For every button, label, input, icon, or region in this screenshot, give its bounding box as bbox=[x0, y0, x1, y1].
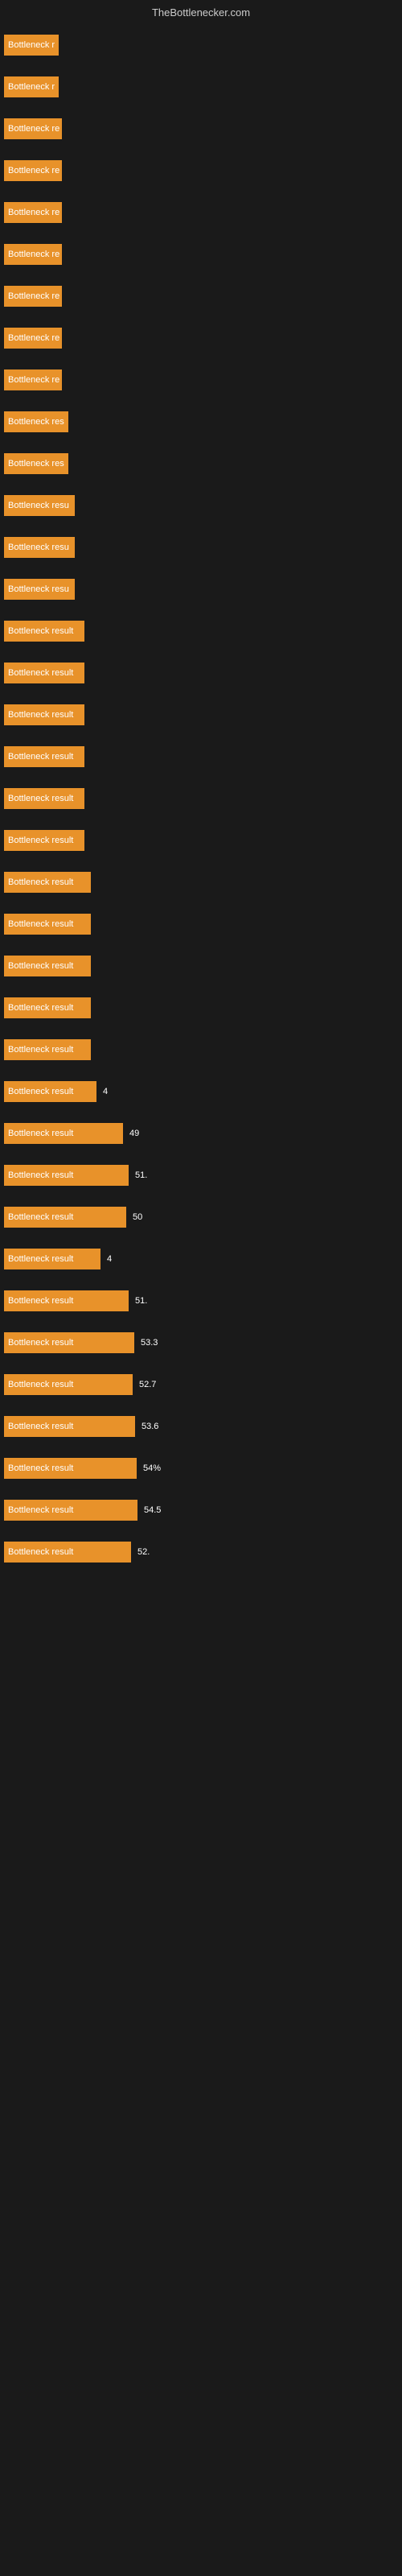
bar-label: Bottleneck re bbox=[4, 369, 62, 390]
bar-label: Bottleneck resu bbox=[4, 579, 75, 600]
bar-row: Bottleneck result52.7 bbox=[4, 1369, 394, 1400]
bar-label: Bottleneck res bbox=[4, 411, 68, 432]
bar-row: Bottleneck res bbox=[4, 407, 394, 437]
bar-row: Bottleneck resu bbox=[4, 490, 394, 521]
bar-row: Bottleneck result 4 bbox=[4, 1076, 394, 1107]
bar-label: Bottleneck result bbox=[4, 956, 91, 976]
bar-label: Bottleneck result bbox=[4, 1290, 129, 1311]
bar-label: Bottleneck result bbox=[4, 1374, 133, 1395]
bar-value: 54% bbox=[140, 1463, 161, 1473]
bar-value: 49 bbox=[126, 1129, 139, 1138]
bar-row: Bottleneck r bbox=[4, 72, 394, 102]
bar-label: Bottleneck result bbox=[4, 1332, 134, 1353]
bar-label: Bottleneck resu bbox=[4, 537, 75, 558]
bar-row: Bottleneck resu bbox=[4, 532, 394, 563]
bar-label: Bottleneck r bbox=[4, 76, 59, 97]
bar-label: Bottleneck result bbox=[4, 1081, 96, 1102]
chart-container: Bottleneck r Bottleneck r Bottleneck re Bot… bbox=[0, 22, 402, 1587]
bar-row: Bottleneck result bbox=[4, 909, 394, 939]
bar-row: Bottleneck result bbox=[4, 741, 394, 772]
bar-value: 4 bbox=[104, 1254, 112, 1264]
bar-value: 54.5 bbox=[141, 1505, 161, 1515]
bar-row: Bottleneck re bbox=[4, 323, 394, 353]
bar-row: Bottleneck re bbox=[4, 197, 394, 228]
bar-label: Bottleneck result bbox=[4, 872, 91, 893]
bar-label: Bottleneck resu bbox=[4, 495, 75, 516]
bar-row: Bottleneck result50 bbox=[4, 1202, 394, 1232]
bar-label: Bottleneck result bbox=[4, 1039, 91, 1060]
bar-label: Bottleneck result bbox=[4, 621, 84, 642]
bar-value: 4 bbox=[100, 1087, 108, 1096]
bar-label: Bottleneck result bbox=[4, 704, 84, 725]
bar-label: Bottleneck result bbox=[4, 788, 84, 809]
bar-row: Bottleneck result53.6 bbox=[4, 1411, 394, 1442]
bar-row: Bottleneck res bbox=[4, 448, 394, 479]
bar-label: Bottleneck r bbox=[4, 35, 59, 56]
bar-row: Bottleneck re bbox=[4, 281, 394, 312]
bar-label: Bottleneck result bbox=[4, 1123, 123, 1144]
bar-row: Bottleneck result 4 bbox=[4, 1244, 394, 1274]
bar-row: Bottleneck result bbox=[4, 700, 394, 730]
bar-row: Bottleneck result bbox=[4, 1034, 394, 1065]
bar-label: Bottleneck res bbox=[4, 453, 68, 474]
bar-label: Bottleneck result bbox=[4, 914, 91, 935]
bar-row: Bottleneck result53.3 bbox=[4, 1327, 394, 1358]
bar-label: Bottleneck result bbox=[4, 1542, 131, 1563]
bar-label: Bottleneck result bbox=[4, 746, 84, 767]
bar-label: Bottleneck result bbox=[4, 1458, 137, 1479]
bar-label: Bottleneck result bbox=[4, 830, 84, 851]
bar-label: Bottleneck re bbox=[4, 118, 62, 139]
bar-row: Bottleneck re bbox=[4, 239, 394, 270]
bar-row: Bottleneck result bbox=[4, 951, 394, 981]
bar-row: Bottleneck result54% bbox=[4, 1453, 394, 1484]
bar-row: Bottleneck resu bbox=[4, 574, 394, 605]
bar-value: 51. bbox=[132, 1296, 147, 1306]
bar-label: Bottleneck re bbox=[4, 286, 62, 307]
bar-label: Bottleneck result bbox=[4, 997, 91, 1018]
bar-label: Bottleneck result bbox=[4, 1165, 129, 1186]
bar-label: Bottleneck result bbox=[4, 1207, 126, 1228]
bar-row: Bottleneck result52. bbox=[4, 1537, 394, 1567]
site-title: TheBottlenecker.com bbox=[152, 6, 250, 19]
bar-row: Bottleneck result bbox=[4, 783, 394, 814]
bar-label: Bottleneck result bbox=[4, 1500, 137, 1521]
bar-value: 53.6 bbox=[138, 1422, 158, 1431]
bar-row: Bottleneck result 54.5 bbox=[4, 1495, 394, 1525]
bar-label: Bottleneck result bbox=[4, 1416, 135, 1437]
bar-row: Bottleneck re bbox=[4, 155, 394, 186]
bar-label: Bottleneck re bbox=[4, 160, 62, 181]
bar-label: Bottleneck re bbox=[4, 328, 62, 349]
bar-value: 51. bbox=[132, 1170, 147, 1180]
bar-value: 50 bbox=[129, 1212, 142, 1222]
bar-label: Bottleneck re bbox=[4, 202, 62, 223]
bar-row: Bottleneck result bbox=[4, 658, 394, 688]
bar-label: Bottleneck re bbox=[4, 244, 62, 265]
bar-row: Bottleneck result bbox=[4, 867, 394, 898]
bar-row: Bottleneck result51. bbox=[4, 1286, 394, 1316]
bar-row: Bottleneck re bbox=[4, 114, 394, 144]
bar-label: Bottleneck result bbox=[4, 1249, 100, 1269]
bar-row: Bottleneck r bbox=[4, 30, 394, 60]
bar-row: Bottleneck result51. bbox=[4, 1160, 394, 1191]
bar-value: 53.3 bbox=[137, 1338, 158, 1348]
page-header: TheBottlenecker.com bbox=[0, 0, 402, 22]
bar-row: Bottleneck result49 bbox=[4, 1118, 394, 1149]
bar-value: 52. bbox=[134, 1547, 150, 1557]
bar-row: Bottleneck re bbox=[4, 365, 394, 395]
bar-row: Bottleneck result bbox=[4, 616, 394, 646]
bar-value: 52.7 bbox=[136, 1380, 156, 1389]
bar-row: Bottleneck result bbox=[4, 825, 394, 856]
bar-row: Bottleneck result bbox=[4, 993, 394, 1023]
bar-label: Bottleneck result bbox=[4, 663, 84, 683]
